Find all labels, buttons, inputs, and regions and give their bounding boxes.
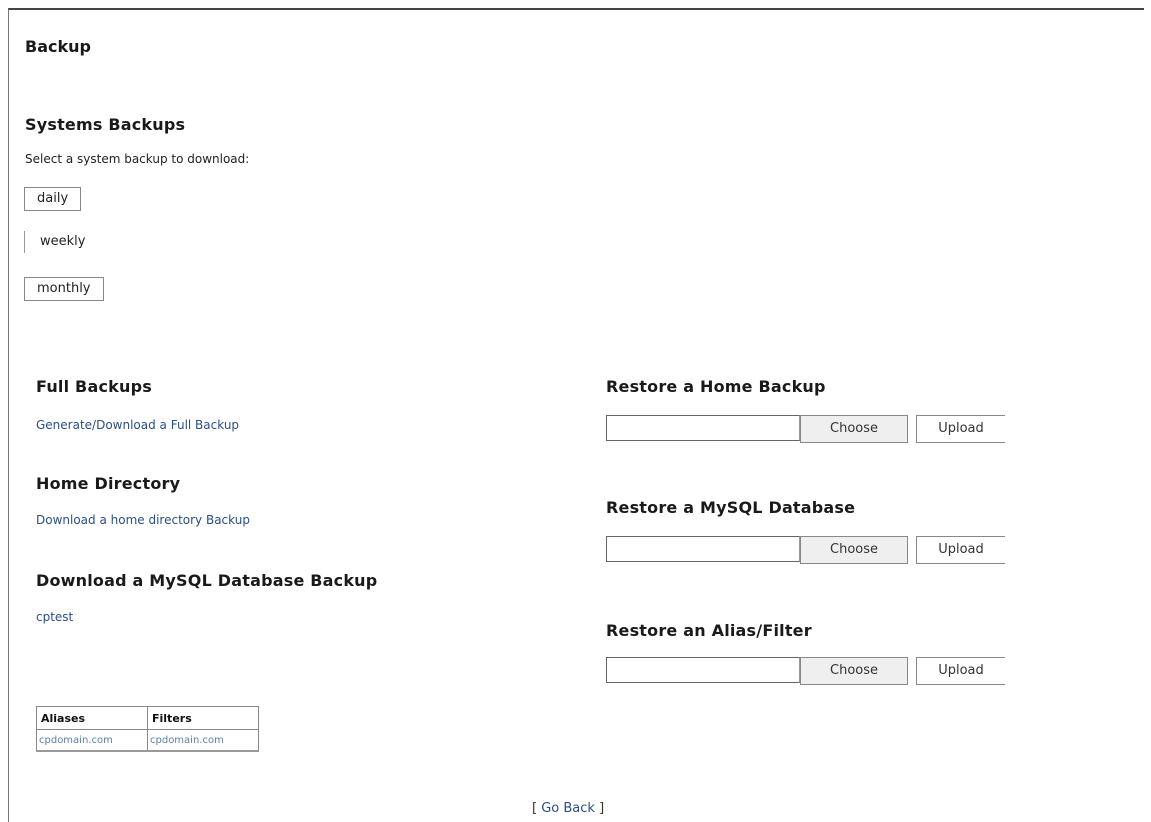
restore-mysql-title: Restore a MySQL Database xyxy=(606,498,856,517)
restore-alias-filter-file-field[interactable] xyxy=(606,657,800,683)
go-back-container: [ Go Back ] xyxy=(532,801,604,816)
page-title: Backup xyxy=(25,37,91,56)
restore-mysql-choose-button[interactable]: Choose xyxy=(800,536,908,564)
restore-alias-filter-choose-button[interactable]: Choose xyxy=(800,657,908,685)
systems-backups-instructions: Select a system backup to download: xyxy=(25,152,250,166)
restore-home-row: Choose Upload xyxy=(606,415,1006,443)
daily-backup-button[interactable]: daily xyxy=(24,187,82,211)
restore-alias-filter-title: Restore an Alias/Filter xyxy=(606,621,812,640)
aliases-header: Aliases xyxy=(36,706,148,730)
weekly-backup-button[interactable]: weekly xyxy=(24,231,98,253)
open-bracket: [ xyxy=(532,801,538,816)
aliases-download-link[interactable]: cpdomain.com xyxy=(36,729,148,752)
full-backups-title: Full Backups xyxy=(36,377,152,396)
restore-mysql-row: Choose Upload xyxy=(606,536,1006,564)
restore-mysql-file-field[interactable] xyxy=(606,536,800,562)
close-bracket: ] xyxy=(599,801,605,816)
mysql-download-title: Download a MySQL Database Backup xyxy=(36,571,378,590)
systems-backups-title: Systems Backups xyxy=(25,115,186,134)
monthly-backup-button[interactable]: monthly xyxy=(24,277,104,301)
aliases-filters-table: Aliases Filters cpdomain.com cpdomain.co… xyxy=(36,706,259,752)
full-backup-link[interactable]: Generate/Download a Full Backup xyxy=(36,418,239,432)
restore-home-title: Restore a Home Backup xyxy=(606,377,826,396)
home-directory-backup-link[interactable]: Download a home directory Backup xyxy=(36,513,250,527)
filters-header: Filters xyxy=(147,706,259,730)
restore-home-choose-button[interactable]: Choose xyxy=(800,415,908,443)
restore-home-file-field[interactable] xyxy=(606,415,800,441)
filters-download-link[interactable]: cpdomain.com xyxy=(147,729,259,752)
mysql-database-link[interactable]: cptest xyxy=(36,610,73,624)
table-row: cpdomain.com cpdomain.com xyxy=(36,729,259,752)
go-back-link[interactable]: Go Back xyxy=(541,801,595,816)
restore-home-upload-button[interactable]: Upload xyxy=(916,415,1005,443)
table-header-row: Aliases Filters xyxy=(36,706,259,730)
restore-alias-filter-row: Choose Upload xyxy=(606,657,1006,685)
restore-alias-filter-upload-button[interactable]: Upload xyxy=(916,657,1005,685)
home-directory-title: Home Directory xyxy=(36,474,181,493)
restore-mysql-upload-button[interactable]: Upload xyxy=(916,536,1005,564)
